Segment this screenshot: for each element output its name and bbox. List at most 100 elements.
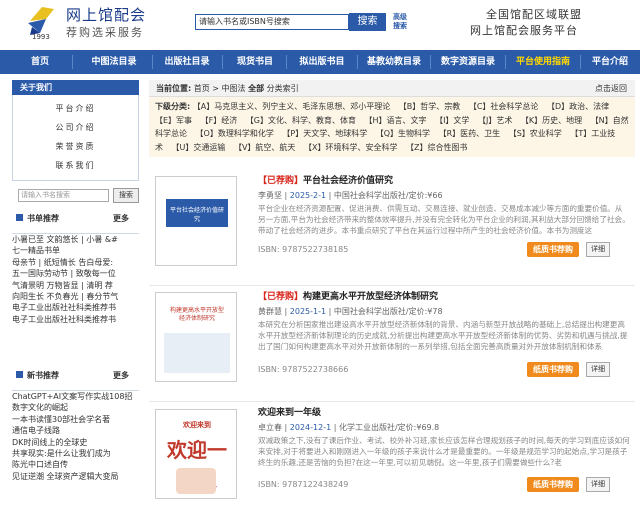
list-item[interactable]: 电子工业出版社社科类推荐书 [12, 302, 139, 313]
detail-button[interactable]: 详细 [586, 242, 610, 257]
book-title-text[interactable]: 欢迎来到一年级 [258, 408, 321, 418]
booklist-rec-list: 小暑已至 文韵悠长 | 小暑 &# 七一精品书单 母亲节 | 纸短情长 告白母爱… [12, 233, 139, 325]
list-item[interactable]: ChatGPT+AI文案写作实战108招 [12, 391, 139, 402]
about-item-company[interactable]: 公司介绍 [13, 118, 138, 137]
book-author: 李勇坚 [258, 191, 282, 200]
category-z[interactable]: 【Z】综合性图书 [406, 143, 467, 152]
category-x[interactable]: 【X】环境科学、安全科学 [304, 143, 397, 152]
advanced-search-link[interactable]: 高级搜索 [393, 13, 413, 31]
nav-separator [152, 55, 153, 69]
detail-button[interactable]: 详细 [586, 477, 610, 492]
book-publisher: 中国社会科学出版社 [333, 307, 406, 316]
category-c[interactable]: 【C】社会科学总论 [469, 102, 539, 111]
category-e[interactable]: 【E】军事 [155, 116, 192, 125]
print-recommend-button[interactable]: 纸质书荐购 [527, 477, 579, 492]
subcategory-label: 下级分类: [155, 102, 191, 111]
recommended-tag: 【已荐购】 [258, 292, 304, 302]
book-cover[interactable]: 平台社会经济价值研究 [155, 176, 237, 266]
category-f[interactable]: 【F】经济 [201, 116, 238, 125]
search-input[interactable]: 请输入书名或ISBN号搜索 [195, 14, 349, 30]
nav-home[interactable]: 首页 [12, 50, 68, 74]
cover-title: 构建更高水平开放型经济体制研究 [170, 307, 225, 322]
list-item[interactable]: 向阳生长 不负春光 | 春分节气 [12, 291, 139, 302]
breadcrumb-clc[interactable]: 中图法 [222, 84, 246, 93]
book-price: /定价:¥69.8 [394, 423, 440, 432]
category-r[interactable]: 【R】医药、卫生 [439, 129, 501, 138]
about-item-honors[interactable]: 荣誉资质 [13, 137, 138, 156]
header-alliance-title: 全国馆配区域联盟 [486, 8, 582, 21]
book-cover[interactable]: 构建更高水平开放型经济体制研究 [155, 292, 237, 382]
book-title[interactable]: 欢迎来到一年级 [258, 406, 630, 420]
category-s[interactable]: 【S】农业科学 [509, 129, 562, 138]
site-slogan: 荐购选采服务 [66, 26, 144, 39]
logo-year: 1993 [32, 33, 50, 41]
list-item[interactable]: 气清景明 万物皆显 | 清明 荐 [12, 280, 139, 291]
list-item[interactable]: 母亲节 | 纸短情长 告白母爱: [12, 257, 139, 268]
category-p[interactable]: 【P】天文学、地球科学 [282, 129, 367, 138]
nav-publisher-catalog[interactable]: 出版社目录 [155, 50, 219, 74]
booklist-rec-title: 书单推荐 [27, 214, 59, 223]
category-u[interactable]: 【U】交通运输 [172, 143, 226, 152]
back-link[interactable]: 点击返回 [595, 80, 627, 97]
list-item[interactable]: 数字文化的崛起 [12, 402, 139, 413]
about-menu: 平台介绍 公司介绍 荣誉资质 联系我们 [12, 95, 139, 181]
site-name[interactable]: 网上馆配会 [66, 4, 146, 25]
list-item[interactable]: 共享现实:是什么让我们成为 [12, 448, 139, 459]
category-j[interactable]: 【J】艺术 [478, 116, 512, 125]
detail-button[interactable]: 详细 [586, 362, 610, 377]
book-title[interactable]: 【已荐购】构建更高水平开放型经济体制研究 [258, 290, 630, 304]
about-item-platform[interactable]: 平台介绍 [13, 99, 138, 118]
nav-clc-catalog[interactable]: 中图法目录 [78, 50, 150, 74]
new-books-header: 新书推荐 更多 [12, 368, 139, 384]
category-a[interactable]: 【A】马克思主义、列宁主义、毛泽东思想、邓小平理论 [193, 102, 390, 111]
category-d[interactable]: 【D】政治、法律 [547, 102, 609, 111]
nav-digital-catalog[interactable]: 数字资源目录 [433, 50, 503, 74]
book-title-text[interactable]: 平台社会经济价值研究 [303, 176, 393, 186]
book-isbn: ISBN: 9787122438249 [258, 480, 349, 489]
category-i[interactable]: 【I】文学 [435, 116, 469, 125]
nav-platform-intro[interactable]: 平台介绍 [583, 50, 637, 74]
sidebar-search-button[interactable]: 搜索 [113, 188, 139, 203]
list-item[interactable]: 一本书读懂30部社会学名著 [12, 414, 139, 425]
book-meta: 李勇坚 | 2025-2-1 | 中国社会科学出版社/定价:¥66 [258, 191, 443, 200]
list-item[interactable]: 电子工业出版社社科类推荐书 [12, 314, 139, 325]
new-books-list: ChatGPT+AI文案写作实战108招 数字文化的崛起 一本书读懂30部社会学… [12, 390, 139, 482]
nav-separator [505, 55, 506, 69]
sidebar-search-input[interactable]: 请输入书名搜索 [18, 189, 109, 202]
nav-basic-edu-catalog[interactable]: 基教幼教目录 [360, 50, 428, 74]
category-q[interactable]: 【Q】生物科学 [376, 129, 430, 138]
category-o[interactable]: 【O】数理科学和化学 [196, 129, 274, 138]
list-item[interactable]: 七一精品书单 [12, 245, 139, 256]
new-books-more[interactable]: 更多 [113, 368, 129, 384]
category-g[interactable]: 【G】文化、科学、教育、体育 [246, 116, 356, 125]
nav-instock-catalog[interactable]: 现货书目 [226, 50, 284, 74]
print-recommend-button[interactable]: 纸质书荐购 [527, 242, 579, 257]
list-item[interactable]: 见证逆潮 全球资产逻辑大变局 [12, 471, 139, 482]
list-item[interactable]: DK时间线上的全球史 [12, 437, 139, 448]
category-b[interactable]: 【B】哲学、宗教 [399, 102, 461, 111]
nav-separator [286, 55, 287, 69]
booklist-rec-more[interactable]: 更多 [113, 211, 129, 227]
print-recommend-button[interactable]: 纸质书荐购 [527, 362, 579, 377]
list-item[interactable]: 五一国际劳动节 | 致敬每一位 [12, 268, 139, 279]
category-h[interactable]: 【H】语言、文字 [365, 116, 427, 125]
category-k[interactable]: 【K】历史、地理 [521, 116, 582, 125]
book-cover[interactable]: 欢迎来到 欢迎一年级 [155, 409, 237, 499]
list-item[interactable]: 陈光中口述自传 [12, 459, 139, 470]
nav-forthcoming-catalog[interactable]: 拟出版书目 [289, 50, 355, 74]
breadcrumb: 当前位置: 首页 > 中图法 全部 分类索引 点击返回 [149, 80, 635, 97]
book-title-text[interactable]: 构建更高水平开放型经济体制研究 [303, 292, 438, 302]
list-item[interactable]: 小暑已至 文韵悠长 | 小暑 &# [12, 234, 139, 245]
category-v[interactable]: 【V】航空、航天 [234, 143, 295, 152]
about-title: 关于我们 [12, 80, 139, 95]
site-logo-icon[interactable] [26, 3, 56, 37]
nav-user-guide[interactable]: 平台使用指南 [508, 50, 578, 74]
search-button[interactable]: 搜索 [349, 13, 386, 31]
book-author: 卓立春 [258, 423, 282, 432]
about-item-contact[interactable]: 联系我们 [13, 156, 138, 175]
book-description: 平台企业在经济资源配置、促进消费、供需互动、交易连接、就业创造、交易成本减少等方… [258, 204, 630, 235]
list-item[interactable]: 通信电子线路 [12, 425, 139, 436]
breadcrumb-home[interactable]: 首页 [194, 84, 210, 93]
book-publisher: 化学工业出版社 [338, 423, 395, 432]
book-title[interactable]: 【已荐购】平台社会经济价值研究 [258, 174, 630, 188]
